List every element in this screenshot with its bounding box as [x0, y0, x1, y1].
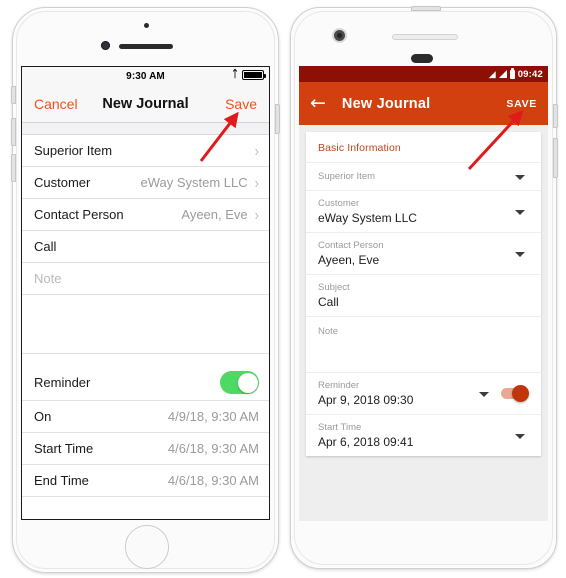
- field-contact-person[interactable]: Contact Person Ayeen, Eve: [306, 232, 541, 274]
- chevron-down-icon[interactable]: [515, 251, 525, 257]
- android-power-button[interactable]: [553, 104, 558, 128]
- cancel-button[interactable]: Cancel: [34, 96, 78, 112]
- field-label: Note: [318, 326, 339, 337]
- save-button[interactable]: SAVE: [506, 98, 537, 110]
- iphone-home-button[interactable]: [125, 525, 169, 569]
- ios-group-separator: [22, 354, 269, 365]
- ios-section-gap: [22, 123, 269, 135]
- android-status-bar: ◢ 09:42: [299, 66, 548, 82]
- ios-form-list: Superior Item › Customer eWay System LLC…: [22, 135, 269, 497]
- row-label: Reminder: [34, 375, 91, 390]
- row-value: 4/6/18, 9:30 AM: [167, 473, 259, 488]
- iphone-silent-switch[interactable]: [11, 86, 16, 104]
- field-value: Apr 6, 2018 09:41: [318, 435, 414, 449]
- row-value: eWay System LLC: [140, 175, 248, 190]
- field-note[interactable]: Note: [306, 316, 541, 372]
- android-proximity-sensor: [411, 54, 433, 63]
- android-top-antenna: [411, 6, 441, 11]
- row-label: On: [34, 409, 52, 424]
- note-text-area[interactable]: [22, 295, 269, 354]
- iphone-volume-up-button[interactable]: [11, 118, 16, 146]
- list-item-superior-item[interactable]: Superior Item ›: [22, 135, 269, 167]
- chevron-right-icon: ›: [254, 173, 259, 192]
- chevron-down-icon[interactable]: [515, 433, 525, 439]
- field-start-time[interactable]: Start Time Apr 6, 2018 09:41: [306, 414, 541, 456]
- list-item-start-time[interactable]: Start Time 4/6/18, 9:30 AM: [22, 433, 269, 465]
- iphone-proximity-sensor: [101, 41, 110, 50]
- android-status-clock: 09:42: [517, 68, 543, 80]
- page-title: New Journal: [341, 95, 431, 112]
- list-item-end-time[interactable]: End Time 4/6/18, 9:30 AM: [22, 465, 269, 497]
- list-item-on[interactable]: On 4/9/18, 9:30 AM: [22, 401, 269, 433]
- chevron-down-icon[interactable]: [479, 391, 489, 397]
- row-value: 4/6/18, 9:30 AM: [167, 441, 259, 456]
- android-volume-button[interactable]: [553, 138, 558, 178]
- reminder-toggle[interactable]: [501, 384, 529, 402]
- signal-icon: [498, 70, 507, 78]
- field-value: Ayeen, Eve: [318, 253, 380, 267]
- chevron-right-icon: ›: [254, 141, 259, 160]
- row-label: Start Time: [34, 441, 94, 456]
- chevron-right-icon: ›: [254, 205, 259, 224]
- field-label: Start Time: [318, 422, 362, 433]
- row-label: Call: [34, 239, 57, 254]
- save-button[interactable]: Save: [225, 96, 257, 112]
- row-label: Superior Item: [34, 143, 113, 158]
- iphone-device-frame: 9:30 AM ᛏ Cancel New Journal Save Superi…: [11, 7, 280, 573]
- ios-screen: 9:30 AM ᛏ Cancel New Journal Save Superi…: [21, 66, 270, 520]
- chevron-down-icon[interactable]: [515, 174, 525, 180]
- back-arrow-icon[interactable]: ←: [310, 94, 326, 113]
- list-item-subject[interactable]: Call: [22, 231, 269, 263]
- list-item-note[interactable]: Note: [22, 263, 269, 295]
- basic-information-card: Basic Information Superior Item Customer…: [306, 132, 541, 456]
- field-label: Superior Item: [318, 170, 376, 182]
- list-item-customer[interactable]: Customer eWay System LLC ›: [22, 167, 269, 199]
- field-value: Apr 9, 2018 09:30: [318, 393, 414, 407]
- comparison-screenshot: 9:30 AM ᛏ Cancel New Journal Save Superi…: [0, 0, 566, 578]
- chevron-down-icon[interactable]: [515, 209, 525, 215]
- iphone-front-camera: [144, 23, 149, 28]
- android-front-camera: [334, 30, 345, 41]
- battery-icon: [242, 70, 266, 80]
- row-value: Ayeen, Eve: [181, 207, 248, 222]
- ios-status-bar: 9:30 AM ᛏ: [22, 67, 269, 86]
- wifi-icon: ◢: [488, 68, 496, 79]
- field-value: Call: [318, 295, 339, 309]
- field-customer[interactable]: Customer eWay System LLC: [306, 190, 541, 232]
- list-item-reminder[interactable]: Reminder: [22, 365, 269, 401]
- field-reminder[interactable]: Reminder Apr 9, 2018 09:30: [306, 372, 541, 414]
- reminder-toggle[interactable]: [220, 371, 259, 394]
- note-placeholder: Note: [34, 271, 62, 286]
- ios-nav-bar: Cancel New Journal Save: [22, 86, 269, 123]
- field-subject[interactable]: Subject Call: [306, 274, 541, 316]
- bluetooth-icon: ᛏ: [232, 69, 238, 80]
- android-app-bar: ← New Journal SAVE: [299, 82, 548, 125]
- android-earpiece-speaker: [392, 34, 458, 40]
- section-title: Basic Information: [318, 142, 401, 154]
- battery-icon: [509, 67, 515, 79]
- field-label: Customer: [318, 198, 360, 209]
- android-screen: ◢ 09:42 ← New Journal SAVE Basic Informa…: [299, 66, 548, 521]
- android-device-frame: ◢ 09:42 ← New Journal SAVE Basic Informa…: [290, 6, 558, 569]
- ios-status-icons: ᛏ: [232, 69, 266, 80]
- field-label: Contact Person: [318, 240, 384, 251]
- row-label: Customer: [34, 175, 91, 190]
- row-label: End Time: [34, 473, 89, 488]
- field-label: Reminder: [318, 380, 360, 391]
- list-item-contact-person[interactable]: Contact Person Ayeen, Eve ›: [22, 199, 269, 231]
- iphone-earpiece-speaker: [119, 44, 173, 49]
- field-superior-item[interactable]: Superior Item: [306, 162, 541, 190]
- row-label: Contact Person: [34, 207, 124, 222]
- iphone-power-button[interactable]: [275, 104, 280, 134]
- row-value: 4/9/18, 9:30 AM: [167, 409, 259, 424]
- field-label: Subject: [318, 282, 350, 293]
- field-value: eWay System LLC: [318, 211, 417, 225]
- iphone-volume-down-button[interactable]: [11, 154, 16, 182]
